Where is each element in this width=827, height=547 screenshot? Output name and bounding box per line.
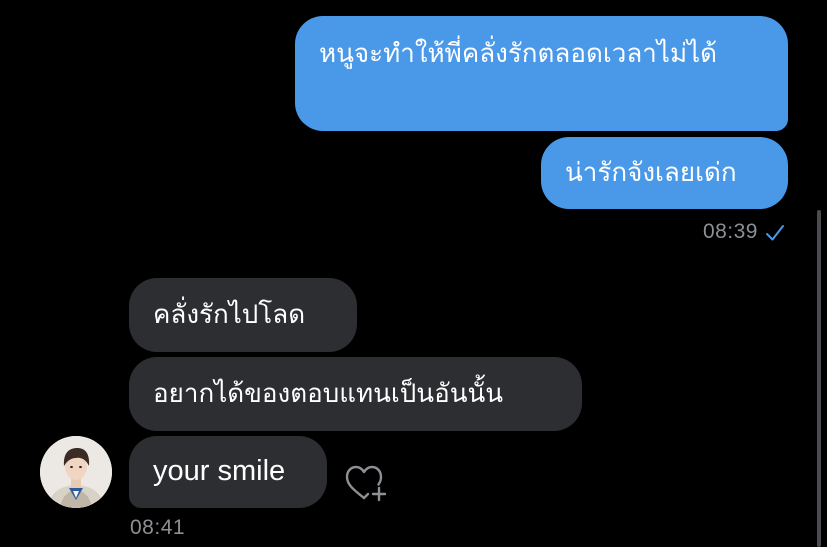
checkmark-icon — [766, 225, 784, 241]
incoming-message[interactable]: อยากได้ของตอบแทนเป็นอันนั้น — [129, 357, 582, 431]
message-text: น่ารักจังเลยเด่ก — [565, 158, 737, 188]
avatar[interactable] — [40, 436, 112, 508]
message-timestamp: 08:39 — [702, 220, 758, 243]
message-text: your smile — [153, 455, 286, 487]
incoming-message[interactable]: คลั่งรักไปโลด — [129, 278, 357, 352]
outgoing-message[interactable]: หนูจะทำให้พี่คลั่งรักตลอดเวลาไม่ได้ — [295, 16, 788, 131]
outgoing-message[interactable]: น่ารักจังเลยเด่ก — [541, 137, 788, 209]
message-text: อยากได้ของตอบแทนเป็นอันนั้น — [153, 379, 504, 409]
message-text: คลั่งรักไปโลด — [153, 300, 306, 330]
avatar-image — [40, 436, 112, 508]
heart-plus-icon[interactable] — [343, 462, 391, 504]
scrollbar[interactable] — [817, 210, 821, 547]
incoming-message[interactable]: your smile — [129, 436, 327, 508]
message-text: หนูจะทำให้พี่คลั่งรักตลอดเวลาไม่ได้ — [319, 39, 718, 69]
message-timestamp: 08:41 — [130, 516, 186, 539]
